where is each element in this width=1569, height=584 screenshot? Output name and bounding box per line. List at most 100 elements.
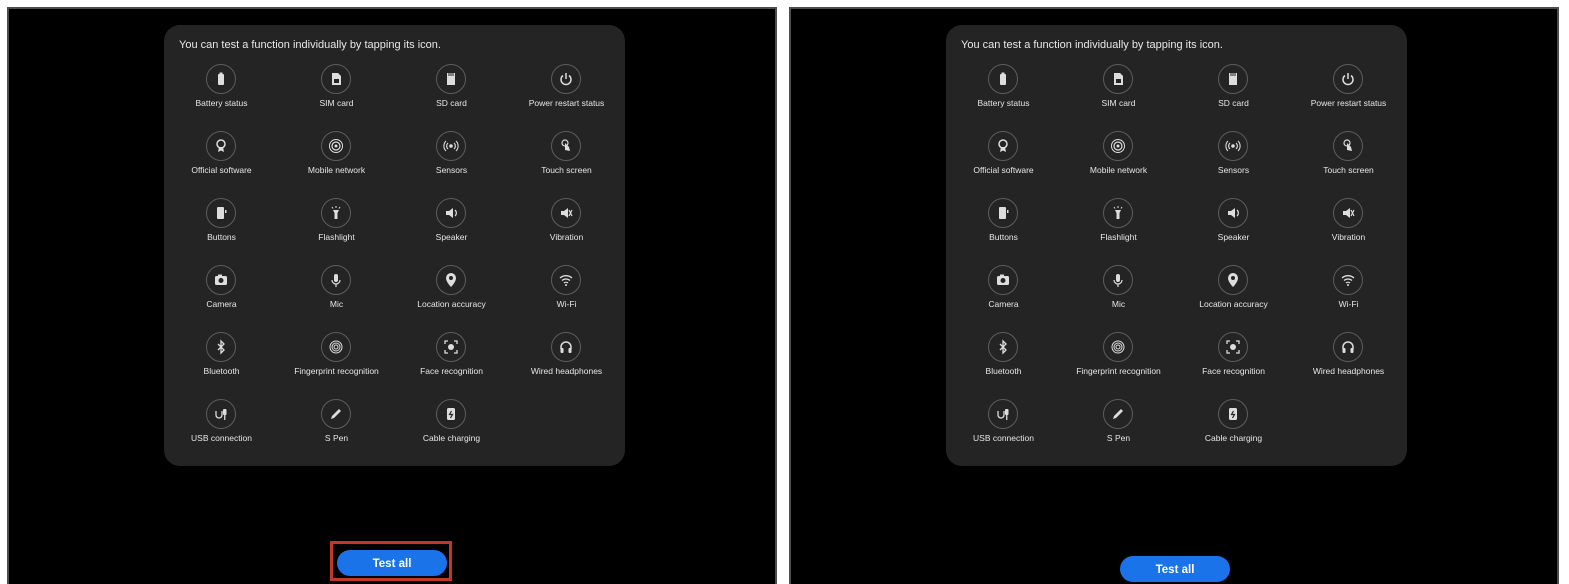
test-item-flashlight[interactable]: Flashlight [1061, 198, 1176, 253]
sd-card-icon[interactable] [1218, 64, 1248, 94]
test-item-bluetooth[interactable]: Bluetooth [164, 332, 279, 387]
screenshot-left: You can test a function individually by … [7, 7, 777, 584]
usb-connection-icon[interactable] [988, 399, 1018, 429]
test-item-sim-card[interactable]: SIM card [1061, 64, 1176, 119]
sd-card-icon[interactable] [436, 64, 466, 94]
touch-screen-icon[interactable] [551, 131, 581, 161]
test-item-speaker[interactable]: Speaker [394, 198, 509, 253]
test-item-sd-card[interactable]: SD card [394, 64, 509, 119]
usb-connection-icon[interactable] [206, 399, 236, 429]
test-item-vibration[interactable]: Vibration [509, 198, 624, 253]
s-pen-icon[interactable] [1103, 399, 1133, 429]
mobile-network-icon[interactable] [1103, 131, 1133, 161]
test-item-usb-connection[interactable]: USB connection [946, 399, 1061, 454]
test-item-touch-screen[interactable]: Touch screen [1291, 131, 1406, 186]
test-item-s-pen[interactable]: S Pen [279, 399, 394, 454]
screenshot-right: You can test a function individually by … [789, 7, 1559, 584]
test-item-vibration[interactable]: Vibration [1291, 198, 1406, 253]
test-item-fingerprint[interactable]: Fingerprint recognition [1061, 332, 1176, 387]
speaker-icon[interactable] [436, 198, 466, 228]
wifi-icon[interactable] [551, 265, 581, 295]
test-item-sd-card[interactable]: SD card [1176, 64, 1291, 119]
flashlight-icon[interactable] [321, 198, 351, 228]
camera-icon[interactable] [988, 265, 1018, 295]
face-recognition-icon[interactable] [436, 332, 466, 362]
test-item-power-restart[interactable]: Power restart status [509, 64, 624, 119]
headphones-icon[interactable] [1333, 332, 1363, 362]
test-item-location[interactable]: Location accuracy [394, 265, 509, 320]
wifi-icon[interactable] [1333, 265, 1363, 295]
test-item-sensors[interactable]: Sensors [1176, 131, 1291, 186]
test-item-buttons[interactable]: Buttons [946, 198, 1061, 253]
headphones-icon[interactable] [551, 332, 581, 362]
battery-icon[interactable] [206, 64, 236, 94]
vibration-icon[interactable] [551, 198, 581, 228]
battery-icon[interactable] [988, 64, 1018, 94]
location-icon[interactable] [436, 265, 466, 295]
sim-card-icon[interactable] [1103, 64, 1133, 94]
vibration-icon[interactable] [1333, 198, 1363, 228]
test-item-face-recognition[interactable]: Face recognition [1176, 332, 1291, 387]
test-item-camera[interactable]: Camera [946, 265, 1061, 320]
test-item-mobile-network[interactable]: Mobile network [1061, 131, 1176, 186]
test-item-flashlight[interactable]: Flashlight [279, 198, 394, 253]
test-item-touch-screen[interactable]: Touch screen [509, 131, 624, 186]
test-item-battery[interactable]: Battery status [946, 64, 1061, 119]
bluetooth-icon[interactable] [206, 332, 236, 362]
sim-card-icon[interactable] [321, 64, 351, 94]
test-item-wifi[interactable]: Wi-Fi [509, 265, 624, 320]
test-item-bluetooth[interactable]: Bluetooth [946, 332, 1061, 387]
test-item-usb-connection[interactable]: USB connection [164, 399, 279, 454]
cable-charging-icon[interactable] [436, 399, 466, 429]
test-item-battery[interactable]: Battery status [164, 64, 279, 119]
mobile-network-icon[interactable] [321, 131, 351, 161]
test-item-sim-card[interactable]: SIM card [279, 64, 394, 119]
speaker-icon[interactable] [1218, 198, 1248, 228]
test-item-official-software[interactable]: Official software [164, 131, 279, 186]
test-item-cable-charging[interactable]: Cable charging [1176, 399, 1291, 454]
mic-icon[interactable] [1103, 265, 1133, 295]
test-item-headphones[interactable]: Wired headphones [1291, 332, 1406, 387]
power-restart-icon[interactable] [1333, 64, 1363, 94]
test-item-label: Bluetooth [203, 366, 240, 376]
sensors-icon[interactable] [1218, 131, 1248, 161]
test-item-fingerprint[interactable]: Fingerprint recognition [279, 332, 394, 387]
test-item-speaker[interactable]: Speaker [1176, 198, 1291, 253]
test-item-power-restart[interactable]: Power restart status [1291, 64, 1406, 119]
official-software-icon[interactable] [206, 131, 236, 161]
test-item-cable-charging[interactable]: Cable charging [394, 399, 509, 454]
face-recognition-icon[interactable] [1218, 332, 1248, 362]
test-item-wifi[interactable]: Wi-Fi [1291, 265, 1406, 320]
cable-charging-icon[interactable] [1218, 399, 1248, 429]
test-item-camera[interactable]: Camera [164, 265, 279, 320]
test-item-location[interactable]: Location accuracy [1176, 265, 1291, 320]
mic-icon[interactable] [321, 265, 351, 295]
location-icon[interactable] [1218, 265, 1248, 295]
fingerprint-icon[interactable] [321, 332, 351, 362]
test-item-official-software[interactable]: Official software [946, 131, 1061, 186]
test-item-face-recognition[interactable]: Face recognition [394, 332, 509, 387]
buttons-icon[interactable] [206, 198, 236, 228]
test-item-label: Fingerprint recognition [1076, 366, 1161, 376]
buttons-icon[interactable] [988, 198, 1018, 228]
test-item-label: S Pen [324, 433, 349, 443]
test-all-button[interactable]: Test all [1120, 556, 1230, 582]
test-item-s-pen[interactable]: S Pen [1061, 399, 1176, 454]
bluetooth-icon[interactable] [988, 332, 1018, 362]
official-software-icon[interactable] [988, 131, 1018, 161]
fingerprint-icon[interactable] [1103, 332, 1133, 362]
test-item-mic[interactable]: Mic [1061, 265, 1176, 320]
test-item-mic[interactable]: Mic [279, 265, 394, 320]
test-item-buttons[interactable]: Buttons [164, 198, 279, 253]
test-item-label: Official software [191, 165, 252, 175]
test-item-mobile-network[interactable]: Mobile network [279, 131, 394, 186]
touch-screen-icon[interactable] [1333, 131, 1363, 161]
flashlight-icon[interactable] [1103, 198, 1133, 228]
test-item-headphones[interactable]: Wired headphones [509, 332, 624, 387]
power-restart-icon[interactable] [551, 64, 581, 94]
s-pen-icon[interactable] [321, 399, 351, 429]
camera-icon[interactable] [206, 265, 236, 295]
sensors-icon[interactable] [436, 131, 466, 161]
test-item-label: Touch screen [541, 165, 592, 175]
test-item-sensors[interactable]: Sensors [394, 131, 509, 186]
